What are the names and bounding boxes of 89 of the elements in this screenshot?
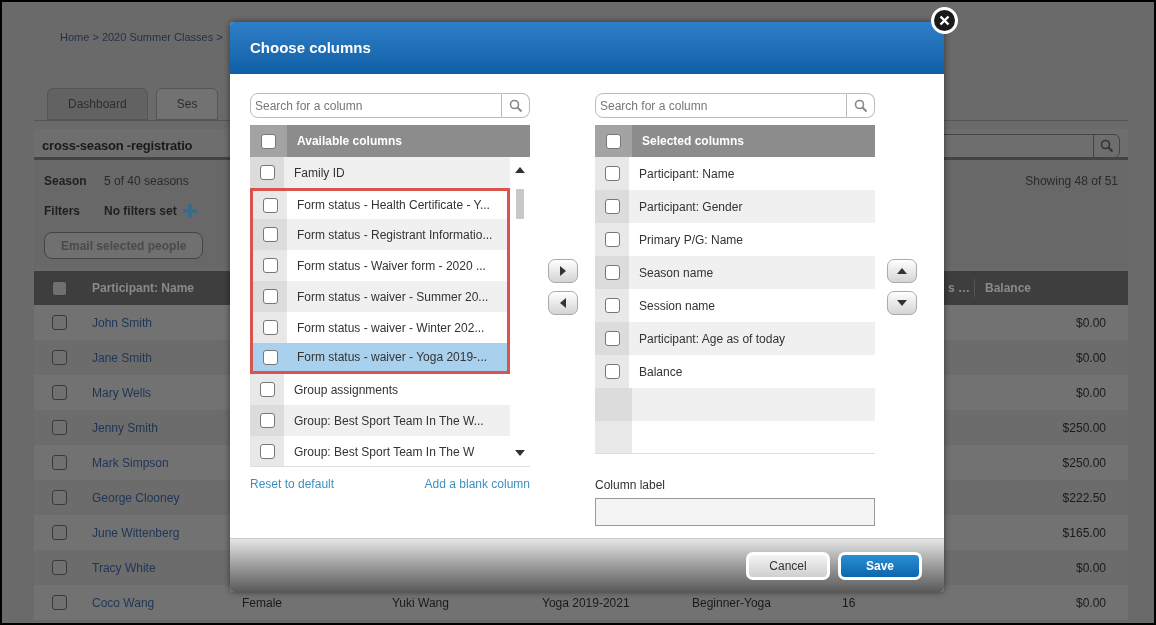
list-header: Selected columns bbox=[642, 133, 745, 150]
checkbox[interactable] bbox=[262, 227, 278, 242]
season-label: Season bbox=[44, 173, 88, 190]
column-option[interactable]: Season name bbox=[595, 256, 875, 289]
close-button[interactable] bbox=[931, 7, 958, 34]
list-header: Available columns bbox=[297, 133, 402, 150]
balance-cell-text: $250.00 bbox=[1061, 419, 1107, 437]
report-title: cross-season -registratio bbox=[42, 137, 193, 156]
checkbox[interactable] bbox=[259, 165, 275, 180]
checkbox[interactable] bbox=[51, 560, 67, 575]
balance-cell-text: $0.00 bbox=[1074, 314, 1107, 332]
checkbox[interactable] bbox=[262, 258, 278, 273]
search-icon bbox=[508, 98, 523, 113]
column-label-field[interactable] bbox=[595, 498, 875, 526]
search-icon bbox=[1099, 139, 1114, 153]
balance-cell-text: $250.00 bbox=[1061, 454, 1107, 472]
search-button[interactable] bbox=[847, 93, 875, 118]
column-option[interactable]: Family ID bbox=[250, 157, 510, 188]
table-cell-text: Beginner-Yoga bbox=[691, 594, 772, 612]
balance-cell-text: $0.00 bbox=[1074, 594, 1107, 612]
scrollbar-thumb[interactable] bbox=[516, 189, 524, 219]
move-up-button[interactable] bbox=[887, 259, 917, 283]
checkbox[interactable] bbox=[262, 320, 278, 335]
balance-cell-text: $0.00 bbox=[1074, 384, 1107, 402]
checkbox[interactable] bbox=[604, 265, 620, 280]
move-down-button[interactable] bbox=[887, 291, 917, 315]
showing-count: Showing 48 of 51 bbox=[1025, 173, 1118, 190]
remove-button[interactable] bbox=[547, 291, 578, 315]
checkbox[interactable] bbox=[51, 525, 67, 540]
balance-cell-text: $0.00 bbox=[1074, 349, 1107, 367]
scroll-up-icon bbox=[515, 165, 525, 175]
table-cell-text: Female bbox=[241, 594, 283, 612]
column-option[interactable]: Participant: Gender bbox=[595, 190, 875, 223]
search-icon bbox=[853, 98, 868, 113]
save-button[interactable]: Save bbox=[838, 551, 922, 580]
right-triangle-icon bbox=[557, 266, 568, 276]
checkbox[interactable] bbox=[51, 420, 67, 435]
checkbox[interactable] bbox=[51, 455, 67, 470]
balance-cell-text: $0.00 bbox=[1074, 559, 1107, 577]
checkbox[interactable] bbox=[261, 133, 276, 149]
up-triangle-icon bbox=[897, 266, 907, 276]
add-button[interactable] bbox=[547, 259, 578, 283]
table-cell-text: 16 bbox=[841, 594, 857, 612]
checkbox[interactable] bbox=[262, 289, 278, 304]
checkbox[interactable] bbox=[259, 413, 275, 428]
column-option[interactable]: Form status - waiver - Yoga 2019-... bbox=[250, 343, 510, 374]
checkbox[interactable] bbox=[262, 197, 278, 213]
checkbox[interactable] bbox=[604, 166, 620, 181]
checkbox[interactable] bbox=[604, 364, 620, 379]
column-label: Column label bbox=[595, 477, 667, 494]
search-field[interactable]: Search for a column bbox=[595, 93, 847, 118]
checkbox[interactable] bbox=[51, 280, 67, 296]
checkbox[interactable] bbox=[604, 331, 620, 346]
down-triangle-icon bbox=[897, 298, 907, 308]
checkbox[interactable] bbox=[604, 232, 620, 247]
dialog-title: Choose columns bbox=[250, 37, 371, 58]
breadcrumb: Home > 2020 Summer Classes > bbox=[60, 31, 223, 43]
column-option[interactable]: Group: Best Sport Team In The W... bbox=[250, 405, 510, 436]
checkbox[interactable] bbox=[51, 385, 67, 400]
checkbox[interactable] bbox=[51, 595, 67, 610]
season-value: 5 of 40 seasons bbox=[104, 173, 189, 190]
checkbox[interactable] bbox=[51, 490, 67, 505]
checkbox[interactable] bbox=[604, 298, 620, 313]
filters-label: Filters bbox=[44, 203, 81, 220]
column-option[interactable]: Form status - waiver - Winter 202... bbox=[250, 312, 510, 343]
table-cell-text: Yoga 2019-2021 bbox=[541, 594, 631, 612]
reset-link[interactable]: Reset to default bbox=[250, 475, 335, 493]
column-option[interactable]: Form status - Waiver form - 2020 ... bbox=[250, 250, 510, 281]
column-option[interactable]: Form status - Registrant Informatio... bbox=[250, 219, 510, 250]
balance-cell-text: $222.50 bbox=[1061, 489, 1107, 507]
search-button[interactable] bbox=[502, 93, 530, 118]
checkbox[interactable] bbox=[51, 315, 67, 330]
column-option[interactable]: Form status - waiver - Summer 20... bbox=[250, 281, 510, 312]
scroll-down-icon bbox=[515, 448, 525, 458]
column-option[interactable]: Participant: Age as of today bbox=[595, 322, 875, 355]
checkbox[interactable] bbox=[262, 349, 278, 365]
table-cell-text: Yuki Wang bbox=[391, 594, 450, 612]
checkbox[interactable] bbox=[606, 133, 621, 149]
close-icon bbox=[939, 15, 950, 26]
checkbox[interactable] bbox=[259, 382, 275, 397]
filters-value: No filters set bbox=[104, 203, 177, 220]
cancel-button[interactable]: Cancel bbox=[746, 551, 830, 580]
add-column-link[interactable]: Add a blank column bbox=[424, 475, 530, 493]
balance-cell-text: $165.00 bbox=[1061, 524, 1107, 542]
checkbox[interactable] bbox=[51, 350, 67, 365]
search-field[interactable]: Search for a column bbox=[250, 93, 502, 118]
checkbox[interactable] bbox=[604, 199, 620, 214]
column-option[interactable]: Form status - Health Certificate - Y... bbox=[250, 188, 510, 219]
checkbox[interactable] bbox=[259, 444, 275, 459]
